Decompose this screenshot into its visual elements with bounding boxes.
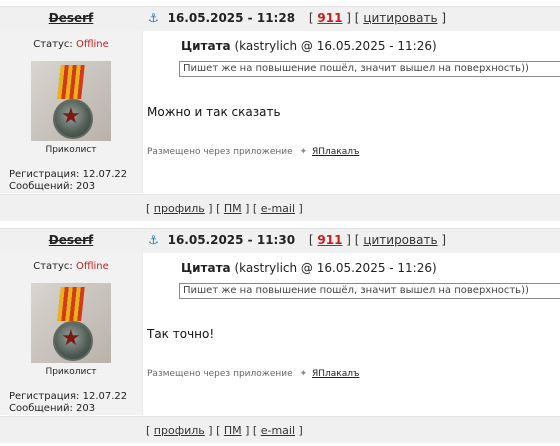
email-link[interactable]: e-mail: [261, 202, 295, 215]
status-value: Offline: [75, 39, 109, 50]
quote-meta: (kastrylich @ 16.05.2025 - 11:26): [234, 261, 437, 275]
post-header: Deserf ⚓ 16.05.2025 - 11:30 [ 911 ] [ ци…: [0, 228, 560, 254]
forum-post: Deserf ⚓ 16.05.2025 - 11:30 [ 911 ] [ ци…: [0, 222, 560, 444]
post-meta: ⚓ 16.05.2025 - 11:30 [ 911 ] [ цитироват…: [148, 233, 446, 247]
posted-via-label: Размещено через приложение: [147, 147, 293, 157]
registration-date: Регистрация: 12.07.22: [9, 169, 128, 180]
status-label: Статус:: [33, 39, 73, 50]
author-name-link[interactable]: Deserf: [0, 233, 142, 247]
post-content: Цитата (kastrylich @ 16.05.2025 - 11:26)…: [142, 31, 560, 193]
email-link[interactable]: e-mail: [261, 424, 295, 437]
android-icon: ✦: [299, 369, 308, 379]
quote-link[interactable]: цитировать: [363, 233, 437, 247]
quote-text: Пишет же на повышение пошёл, значит выше…: [179, 283, 560, 299]
status-label: Статус:: [33, 261, 73, 272]
medal-ribbon: [57, 65, 85, 99]
post-footer: [ профиль ] [ ПМ ] [ e-mail ]: [0, 416, 560, 443]
user-status: Статус: Offline: [0, 261, 142, 272]
bracket: [: [354, 233, 360, 247]
post-header: Deserf ⚓ 16.05.2025 - 11:28 [ 911 ] [ ци…: [0, 6, 560, 32]
footer-links: [ профиль ] [ ПМ ] [ e-mail ]: [146, 202, 303, 215]
bracket: ]: [346, 11, 351, 25]
medal-ribbon: [57, 287, 85, 321]
quote-header: Цитата (kastrylich @ 16.05.2025 - 11:26): [181, 261, 437, 275]
anchor-icon[interactable]: ⚓: [148, 233, 159, 247]
bracket: ]: [346, 233, 351, 247]
author-name-link[interactable]: Deserf: [0, 11, 142, 25]
user-rank: Приколист: [45, 367, 97, 377]
quote-text: Пишет же на повышение пошёл, значит выше…: [179, 61, 560, 77]
quote-header: Цитата (kastrylich @ 16.05.2025 - 11:26): [181, 39, 437, 53]
quote-label: Цитата: [181, 261, 231, 275]
app-link[interactable]: ЯПлакалъ: [312, 369, 359, 379]
star-icon: ★: [61, 326, 81, 351]
post-content: Цитата (kastrylich @ 16.05.2025 - 11:26)…: [142, 253, 560, 415]
quote-meta: (kastrylich @ 16.05.2025 - 11:26): [234, 39, 437, 53]
bracket: ]: [441, 233, 447, 247]
message-count: Сообщений: 203: [9, 403, 96, 414]
user-stats: Регистрация: 12.07.22 Сообщений: 203: [9, 169, 127, 193]
post-meta: ⚓ 16.05.2025 - 11:28 [ 911 ] [ цитироват…: [148, 11, 446, 25]
posted-via: Размещено через приложение ✦ ЯПлакалъ: [147, 369, 359, 379]
avatar[interactable]: ★: [31, 283, 111, 363]
pm-link[interactable]: ПМ: [224, 202, 242, 215]
profile-link[interactable]: профиль: [154, 202, 205, 215]
post-date: 16.05.2025 - 11:30: [167, 233, 296, 247]
posted-via-label: Размещено через приложение: [147, 369, 293, 379]
android-icon: ✦: [299, 147, 308, 157]
post-message: Можно и так сказать: [147, 105, 281, 119]
status-value: Offline: [75, 261, 109, 272]
registration-date: Регистрация: 12.07.22: [9, 391, 128, 402]
star-icon: ★: [61, 104, 81, 129]
app-link[interactable]: ЯПлакалъ: [312, 147, 359, 157]
avatar[interactable]: ★: [31, 61, 111, 141]
bracket: [: [308, 233, 314, 247]
pm-link[interactable]: ПМ: [224, 424, 242, 437]
user-status: Статус: Offline: [0, 39, 142, 50]
user-rank: Приколист: [45, 145, 97, 155]
post-date: 16.05.2025 - 11:28: [167, 11, 296, 25]
user-stats: Регистрация: 12.07.22 Сообщений: 203: [9, 391, 127, 415]
bracket: [: [354, 11, 360, 25]
user-sidebar: Статус: Offline ★ Приколист Регистрация:…: [0, 31, 142, 193]
post-message: Так точно!: [147, 327, 215, 341]
posted-via: Размещено через приложение ✦ ЯПлакалъ: [147, 147, 359, 157]
bracket: ]: [441, 11, 447, 25]
footer-links: [ профиль ] [ ПМ ] [ e-mail ]: [146, 424, 303, 437]
post-number-link[interactable]: 911: [317, 11, 342, 25]
message-count: Сообщений: 203: [9, 181, 96, 192]
forum-post: Deserf ⚓ 16.05.2025 - 11:28 [ 911 ] [ ци…: [0, 0, 560, 222]
profile-link[interactable]: профиль: [154, 424, 205, 437]
bracket: [: [308, 11, 314, 25]
user-sidebar: Статус: Offline ★ Приколист Регистрация:…: [0, 253, 142, 415]
post-number-link[interactable]: 911: [317, 233, 342, 247]
quote-link[interactable]: цитировать: [363, 11, 437, 25]
anchor-icon[interactable]: ⚓: [148, 11, 159, 25]
post-footer: [ профиль ] [ ПМ ] [ e-mail ]: [0, 194, 560, 221]
quote-label: Цитата: [181, 39, 231, 53]
